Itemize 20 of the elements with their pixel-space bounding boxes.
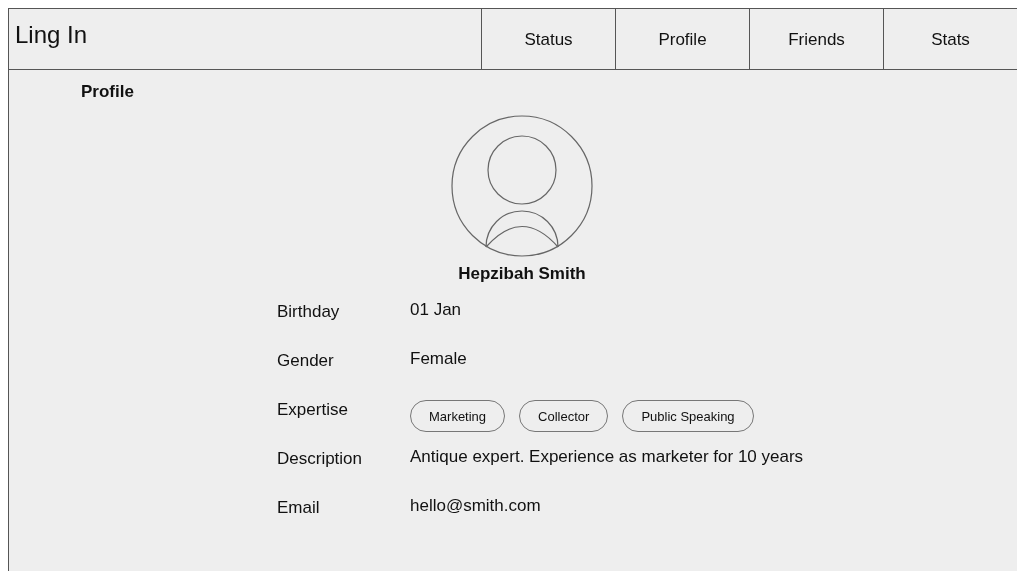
expertise-tag: Public Speaking [622,400,754,432]
field-value: 01 Jan [410,299,463,321]
nav-tab[interactable]: Profile [615,9,749,69]
nav-tab[interactable]: Stats [883,9,1017,69]
field-value: Antique expert. Experience as marketer for 10 years [410,446,805,468]
nav-tab[interactable]: Status [481,9,615,69]
page-heading: Profile [80,81,134,102]
expertise-tag: Collector [519,400,609,432]
nav-tab[interactable]: Friends [749,9,883,69]
avatar-icon [450,114,594,258]
field-value: Female [410,348,468,370]
field-label: Gender [277,350,335,372]
expertise-tag: Marketing [410,400,506,432]
field-value: hello@smith.com [410,495,542,517]
field-label: Description [277,448,364,470]
app-title: Ling In [14,20,89,50]
field-label: Email [277,497,321,519]
profile-name: Hepzibah Smith [458,264,586,284]
field-label: Birthday [277,301,341,323]
field-label: Expertise [277,399,349,421]
